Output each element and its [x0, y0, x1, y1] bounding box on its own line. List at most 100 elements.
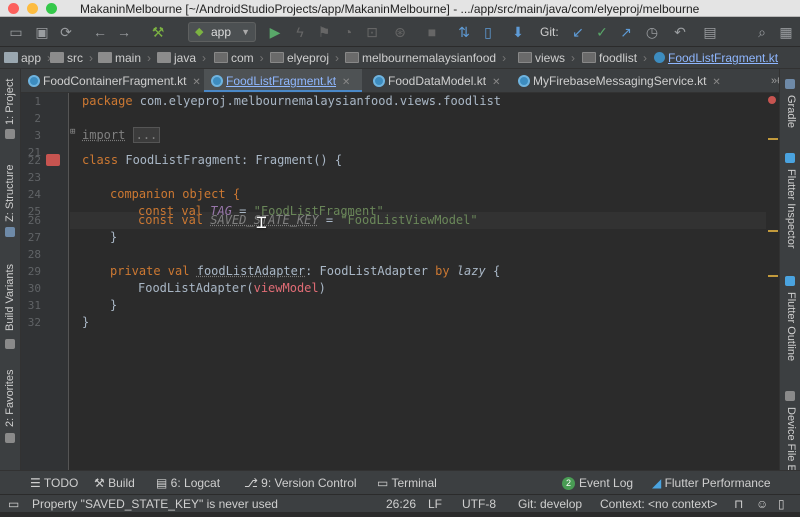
event-log-icon[interactable]: ▯	[778, 497, 785, 511]
tool-favorites[interactable]: 2: Favorites	[4, 370, 16, 427]
tool-flutter-outline[interactable]: Flutter Outline	[785, 292, 797, 361]
sync-icon[interactable]: ⟳	[56, 22, 76, 42]
breadcrumb-item-com[interactable]: com ›	[214, 50, 264, 66]
git-update-icon[interactable]: ↙	[568, 22, 588, 42]
close-window-button[interactable]	[8, 3, 19, 14]
status-layout-icon[interactable]: ▭	[8, 497, 19, 511]
make-project-icon[interactable]: ⚒	[148, 22, 168, 42]
hammer-icon: ⚒	[94, 476, 109, 490]
error-indicator-icon[interactable]	[768, 96, 776, 104]
back-icon[interactable]: ←	[90, 22, 110, 42]
history-icon[interactable]: ◷	[642, 22, 662, 42]
status-git-branch[interactable]: Git: develop	[518, 497, 582, 511]
profile-icon[interactable]: ◔	[338, 22, 358, 42]
code-by-keyword: by	[435, 264, 450, 278]
android-icon: ◆	[195, 26, 204, 38]
editor-tab-bar: FoodContainerFragment.kt ✕ FoodListFragme…	[21, 69, 779, 93]
tool-version-control[interactable]: ⎇ 9: Version Control	[244, 476, 357, 490]
tab-overflow-count[interactable]: »6	[771, 69, 779, 92]
breadcrumb-item-main[interactable]: main ›	[98, 50, 151, 66]
breadcrumb-item-app[interactable]: app›	[4, 50, 51, 66]
kotlin-file-icon	[518, 75, 530, 87]
run-icon[interactable]: ▶	[265, 22, 285, 42]
close-icon[interactable]: ✕	[342, 77, 350, 88]
status-encoding[interactable]: UTF-8	[462, 497, 496, 511]
breadcrumb-item-src[interactable]: src ›	[50, 50, 93, 66]
flutter-icon	[785, 153, 795, 163]
folder-icon	[98, 52, 112, 63]
status-line-separator[interactable]: LF	[428, 497, 442, 511]
tab-food-list-fragment[interactable]: FoodListFragment.kt ✕	[204, 69, 362, 92]
tool-terminal[interactable]: ▭ Terminal	[377, 476, 437, 490]
tool-build-variants[interactable]: Build Variants	[4, 264, 16, 331]
close-icon[interactable]: ✕	[492, 77, 500, 88]
coverage-icon[interactable]: ⊛	[390, 22, 410, 42]
run-configuration-select[interactable]: ◆ app ▼	[188, 22, 256, 42]
folder-icon	[50, 52, 64, 63]
window-title: MakaninMelbourne [~/AndroidStudioProject…	[80, 2, 700, 16]
tab-my-firebase-messaging-service[interactable]: MyFirebaseMessagingService.kt ✕	[511, 69, 751, 92]
code-import-keyword: import	[82, 128, 126, 142]
gradle-sync-icon[interactable]: ⇅	[454, 22, 474, 42]
tool-event-log[interactable]: 2 Event Log	[562, 476, 633, 490]
code-view-model-arg: viewModel	[253, 281, 319, 295]
code-editor[interactable]: 1 2 3 21 22 23 24 25 26 27 28 29 30 31 3…	[21, 93, 779, 470]
line-number: 29	[27, 265, 41, 278]
layout-icon[interactable]: ▤	[700, 22, 720, 42]
close-icon[interactable]: ✕	[712, 77, 720, 88]
code-package-name: com.elyeproj.melbournemalaysianfood.view…	[132, 94, 502, 108]
save-icon[interactable]: ▣	[32, 22, 52, 42]
git-label: Git:	[540, 25, 559, 39]
breadcrumb-item-views[interactable]: views ›	[518, 50, 575, 66]
class-hierarchy-icon[interactable]	[46, 154, 60, 166]
status-context[interactable]: Context: <no context>	[600, 497, 717, 511]
tool-flutter-inspector[interactable]: Flutter Inspector	[785, 169, 797, 248]
breadcrumb-item-foodlist[interactable]: foodlist ›	[582, 50, 647, 66]
git-commit-icon[interactable]: ✓	[592, 22, 612, 42]
flutter-icon	[785, 276, 795, 286]
tool-structure[interactable]: Z: Structure	[4, 165, 16, 222]
tool-device-file-explorer[interactable]: Device File E	[785, 407, 797, 472]
apply-changes-icon[interactable]: ϟ	[290, 22, 310, 42]
warning-mark[interactable]	[768, 275, 778, 277]
tool-todo[interactable]: ☰ TODO	[30, 476, 78, 490]
warning-mark[interactable]	[768, 230, 778, 232]
tool-build[interactable]: ⚒ Build	[94, 476, 135, 490]
breadcrumb-item-java[interactable]: java ›	[157, 50, 206, 66]
breadcrumb-item-elyeproj[interactable]: elyeproj ›	[270, 50, 339, 66]
breadcrumb-item-melbournemalaysianfood[interactable]: melbournemalaysianfood ›	[345, 50, 506, 66]
breadcrumb-item-file[interactable]: FoodListFragment.kt	[654, 50, 778, 66]
tool-flutter-performance[interactable]: ◢ Flutter Performance	[652, 476, 771, 490]
stop-icon[interactable]: ■	[422, 22, 442, 42]
code-const-val: const val	[138, 213, 204, 227]
lock-icon[interactable]: ⊓	[734, 497, 743, 511]
tab-food-data-model[interactable]: FoodDataModel.kt ✕	[366, 69, 509, 92]
zoom-window-button[interactable]	[46, 3, 57, 14]
tool-project[interactable]: 1: Project	[4, 79, 16, 125]
minimize-window-button[interactable]	[27, 3, 38, 14]
fold-icon[interactable]: ⊞	[70, 127, 75, 137]
close-icon[interactable]: ✕	[192, 77, 200, 88]
status-caret-position[interactable]: 26:26	[386, 497, 416, 511]
error-stripe[interactable]	[766, 93, 779, 470]
right-tool-window-bar: Gradle Flutter Inspector Flutter Outline…	[779, 69, 800, 472]
inspector-icon[interactable]: ☺	[756, 497, 768, 511]
debug-icon[interactable]: ⚑	[314, 22, 334, 42]
open-folder-icon[interactable]: ▭	[6, 22, 26, 42]
window-title-bar: MakaninMelbourne [~/AndroidStudioProject…	[0, 0, 800, 17]
terminal-icon: ▭	[377, 476, 392, 490]
attach-debugger-icon[interactable]: ⊡	[362, 22, 382, 42]
tab-food-container-fragment[interactable]: FoodContainerFragment.kt ✕	[21, 69, 201, 92]
tool-gradle[interactable]: Gradle	[785, 95, 797, 128]
revert-icon[interactable]: ↶	[670, 22, 690, 42]
code-import-fold[interactable]: ...	[132, 127, 161, 143]
forward-icon[interactable]: →	[114, 22, 134, 42]
package-icon	[582, 52, 596, 63]
settings-icon[interactable]: ▦	[776, 22, 796, 42]
git-push-icon[interactable]: ↗	[616, 22, 636, 42]
warning-mark[interactable]	[768, 138, 778, 140]
tool-logcat[interactable]: ▤ 6: Logcat	[156, 476, 220, 490]
search-icon[interactable]: ⌕	[752, 22, 772, 42]
avd-manager-icon[interactable]: ▯	[478, 22, 498, 42]
sdk-manager-icon[interactable]: ⬇	[508, 22, 528, 42]
